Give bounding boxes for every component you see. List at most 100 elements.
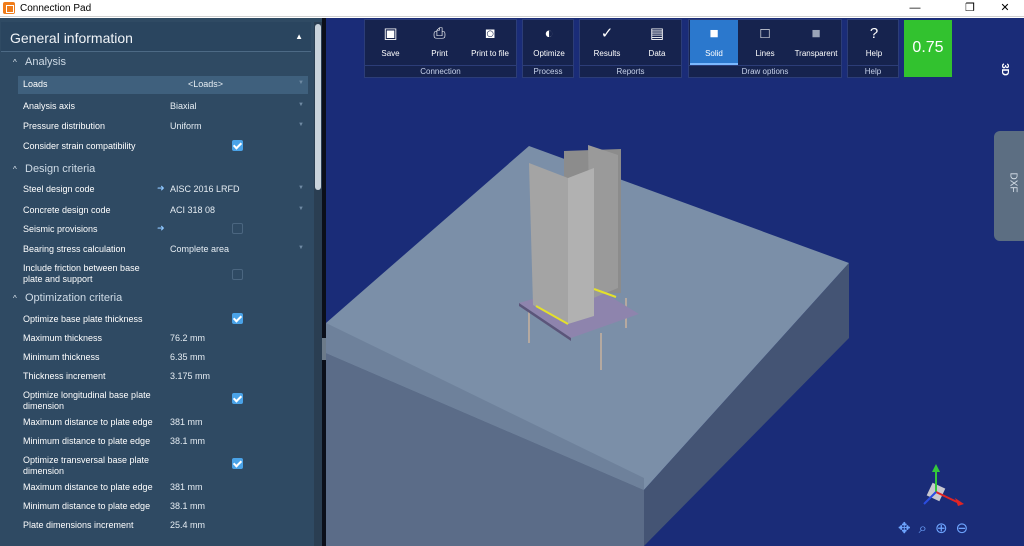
opt-transversal-checkbox[interactable] — [232, 458, 243, 469]
chevron-up-icon: ^ — [13, 58, 17, 67]
seismic-checkbox[interactable] — [232, 223, 243, 234]
analysis-axis-label: Analysis axis — [23, 101, 76, 111]
max-edge-1-input[interactable]: 381 mm — [170, 417, 203, 427]
optimize-icon: ◐ — [544, 25, 554, 42]
panel-scroll-thumb[interactable] — [315, 24, 321, 190]
link-arrow-icon[interactable]: ➜ — [157, 183, 165, 194]
panel-header[interactable]: General information ▲ — [1, 22, 311, 52]
chevron-down-icon[interactable]: ▼ — [298, 80, 304, 86]
row-thickness-increment[interactable]: Thickness increment 3.175 mm — [18, 368, 308, 386]
row-loads[interactable]: Loads <Loads> ▼ — [18, 76, 308, 94]
chevron-down-icon[interactable]: ▼ — [298, 122, 304, 128]
print-button[interactable]: ⎙ Print — [417, 20, 462, 65]
row-dim-increment[interactable]: Plate dimensions increment 25.4 mm — [18, 517, 308, 535]
camera-icon: ◙ — [485, 25, 495, 42]
results-button[interactable]: ✓ Results — [583, 20, 631, 65]
chevron-down-icon[interactable]: ▼ — [298, 102, 304, 108]
transparent-button[interactable]: ■ Transparent — [791, 20, 841, 65]
opt-longitudinal-checkbox[interactable] — [232, 393, 243, 404]
3d-viewport[interactable]: ▣ Save ⎙ Print ◙ Print to file Connection ◐… — [326, 18, 1024, 546]
loads-label: Loads — [23, 79, 48, 89]
row-opt-longitudinal: Optimize longitudinal base plate dimensi… — [18, 390, 308, 414]
min-edge-1-input[interactable]: 38.1 mm — [170, 436, 205, 446]
row-min-edge-2[interactable]: Minimum distance to plate edge 38.1 mm — [18, 498, 308, 516]
row-pressure[interactable]: Pressure distribution Uniform ▼ — [18, 118, 308, 136]
optimize-label: Optimize — [533, 49, 565, 58]
section-design[interactable]: ^ Design criteria — [13, 163, 95, 175]
data-icon: ▤ — [649, 25, 665, 42]
solid-label: Solid — [705, 49, 723, 58]
concrete-code-select[interactable]: ACI 318 08 — [170, 205, 215, 215]
save-button[interactable]: ▣ Save — [368, 20, 413, 65]
results-label: Results — [593, 49, 621, 58]
row-opt-thickness: Optimize base plate thickness — [18, 311, 308, 329]
transparent-label: Transparent — [794, 49, 838, 58]
opt-longitudinal-label: Optimize longitudinal base plate dimensi… — [23, 390, 151, 411]
row-min-edge-1[interactable]: Minimum distance to plate edge 38.1 mm — [18, 433, 308, 451]
min-edge-2-input[interactable]: 38.1 mm — [170, 501, 205, 511]
zoom-window-icon[interactable]: ⌕ — [919, 520, 935, 537]
maximize-button[interactable]: ❐ — [955, 0, 985, 17]
ribbon-group-help: ? Help Help — [847, 19, 899, 78]
row-strain: Consider strain compatibility — [18, 138, 308, 156]
strain-checkbox[interactable] — [232, 140, 243, 151]
friction-checkbox[interactable] — [232, 269, 243, 280]
optimize-button[interactable]: ◐ Optimize — [526, 20, 572, 65]
pressure-select[interactable]: Uniform — [170, 121, 202, 131]
solid-button[interactable]: ■ Solid — [690, 20, 738, 65]
max-edge-2-input[interactable]: 381 mm — [170, 482, 203, 492]
chevron-up-icon: ^ — [13, 294, 17, 303]
print-to-file-button[interactable]: ◙ Print to file — [465, 20, 515, 65]
bearing-select[interactable]: Complete area — [170, 244, 229, 254]
row-min-thickness[interactable]: Minimum thickness 6.35 mm — [18, 349, 308, 367]
dim-increment-label: Plate dimensions increment — [23, 520, 134, 530]
window-title: Connection Pad — [20, 3, 92, 14]
row-max-edge-1[interactable]: Maximum distance to plate edge 381 mm — [18, 414, 308, 432]
steel-code-select[interactable]: AISC 2016 LRFD — [170, 184, 240, 194]
help-button[interactable]: ? Help — [851, 20, 897, 65]
row-bearing[interactable]: Bearing stress calculation Complete area… — [18, 241, 308, 259]
row-analysis-axis[interactable]: Analysis axis Biaxial ▼ — [18, 98, 308, 116]
chevron-down-icon[interactable]: ▼ — [298, 185, 304, 191]
ribbon-group-connection: ▣ Save ⎙ Print ◙ Print to file Connection — [364, 19, 517, 78]
analysis-axis-select[interactable]: Biaxial — [170, 101, 197, 111]
data-label: Data — [648, 49, 666, 58]
zoom-out-icon[interactable]: ⊖ — [956, 520, 977, 537]
lines-button[interactable]: □ Lines — [741, 20, 789, 65]
max-thickness-input[interactable]: 76.2 mm — [170, 333, 205, 343]
solid-cube-icon: ■ — [709, 25, 719, 42]
row-steel-code[interactable]: Steel design code ➜ AISC 2016 LRFD ▼ — [18, 181, 308, 199]
dxf-tab[interactable]: DXF — [994, 131, 1024, 241]
row-max-edge-2[interactable]: Maximum distance to plate edge 381 mm — [18, 479, 308, 497]
opt-thickness-checkbox[interactable] — [232, 313, 243, 324]
ribbon-group-draw-options: ■ Solid □ Lines ■ Transparent Draw options — [688, 19, 842, 78]
close-button[interactable]: ✕ — [990, 0, 1020, 17]
section-analysis[interactable]: ^ Analysis — [13, 56, 66, 68]
row-seismic: Seismic provisions ➜ — [18, 221, 308, 239]
chevron-up-icon: ^ — [13, 165, 17, 174]
minimize-button[interactable]: — — [900, 0, 930, 17]
max-edge-1-label: Maximum distance to plate edge — [23, 417, 153, 427]
row-max-thickness[interactable]: Maximum thickness 76.2 mm — [18, 330, 308, 348]
print-to-file-label: Print to file — [471, 49, 509, 58]
zoom-in-icon[interactable]: ⊕ — [935, 520, 956, 537]
min-thickness-label: Minimum thickness — [23, 352, 100, 362]
section-analysis-label: Analysis — [25, 56, 66, 68]
model-canvas[interactable] — [326, 18, 1024, 546]
loads-select[interactable]: <Loads> — [188, 79, 223, 89]
data-button[interactable]: ▤ Data — [633, 20, 681, 65]
link-arrow-icon[interactable]: ➜ — [157, 223, 165, 234]
chevron-down-icon[interactable]: ▼ — [298, 245, 304, 251]
dim-increment-input[interactable]: 25.4 mm — [170, 520, 205, 530]
min-thickness-input[interactable]: 6.35 mm — [170, 352, 205, 362]
strain-label: Consider strain compatibility — [23, 141, 136, 151]
section-optimization[interactable]: ^ Optimization criteria — [13, 292, 122, 304]
min-edge-2-label: Minimum distance to plate edge — [23, 501, 151, 511]
opt-transversal-label: Optimize transversal base plate dimensio… — [23, 455, 150, 476]
thickness-increment-input[interactable]: 3.175 mm — [170, 371, 210, 381]
collapse-caret-icon[interactable]: ▲ — [295, 32, 303, 41]
chevron-down-icon[interactable]: ▼ — [298, 206, 304, 212]
pan-icon[interactable]: ✥ — [898, 520, 919, 537]
row-concrete-code[interactable]: Concrete design code ACI 318 08 ▼ — [18, 202, 308, 220]
process-group-label: Process — [523, 65, 573, 77]
